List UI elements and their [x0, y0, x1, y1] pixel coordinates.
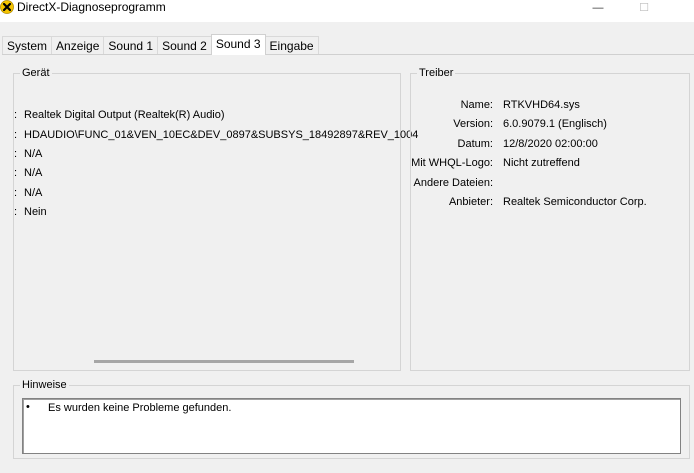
directx-app-icon: [0, 0, 14, 14]
driver-row-name: Name: RTKVHD64.sys: [411, 98, 691, 112]
driver-row-whql: Mit WHQL-Logo: Nicht zutreffend: [411, 156, 691, 170]
driver-row-provider: Anbieter: Realtek Semiconductor Corp.: [411, 195, 691, 209]
bullet-icon: •: [26, 401, 30, 413]
driver-row-date: Datum: 12/8/2020 02:00:00: [411, 137, 691, 151]
device-hardware-id-value: HDAUDIO\FUNC_01&VEN_10EC&DEV_0897&SUBSYS…: [24, 129, 419, 141]
device-group: Gerät : Realtek Digital Output (Realtek(…: [13, 66, 418, 371]
minimize-button[interactable]: —: [575, 0, 621, 15]
notes-textbox[interactable]: • Es wurden keine Probleme gefunden.: [22, 398, 681, 454]
driver-version-label: Version:: [453, 118, 493, 130]
close-button[interactable]: [667, 0, 694, 15]
driver-name-label: Name:: [460, 99, 493, 111]
maximize-icon: ☐: [639, 2, 649, 14]
note-item: Es wurden keine Probleme gefunden.: [48, 402, 232, 414]
device-line-3-value: N/A: [24, 148, 43, 160]
minimize-icon: —: [592, 1, 604, 14]
device-description-value: Realtek Digital Output (Realtek(R) Audio…: [24, 109, 225, 121]
tab-strip: System Anzeige Sound 1 Sound 2 Sound 3 E…: [2, 34, 319, 55]
driver-provider-value: Realtek Semiconductor Corp.: [503, 196, 647, 208]
device-line-4-value: N/A: [24, 167, 43, 179]
tab-eingabe[interactable]: Eingabe: [264, 36, 319, 54]
driver-other-files-label: Andere Dateien:: [413, 177, 494, 189]
horizontal-scrollbar[interactable]: [94, 360, 354, 363]
driver-row-version: Version: 6.0.9079.1 (Englisch): [411, 117, 691, 131]
driver-group: Treiber Name: RTKVHD64.sys Version: 6.0.…: [410, 66, 691, 371]
device-line-6-value: Nein: [24, 206, 47, 218]
notes-group: Hinweise • Es wurden keine Probleme gefu…: [13, 378, 690, 459]
tab-system[interactable]: System: [2, 36, 53, 54]
notes-group-title: Hinweise: [20, 378, 69, 392]
maximize-button[interactable]: ☐: [621, 0, 667, 15]
driver-whql-label: Mit WHQL-Logo:: [411, 157, 493, 169]
driver-group-title: Treiber: [417, 66, 456, 80]
tab-sound-2[interactable]: Sound 2: [157, 36, 212, 54]
driver-provider-label: Anbieter:: [448, 196, 493, 208]
driver-version-value: 6.0.9079.1 (Englisch): [503, 118, 607, 130]
window-title: DirectX-Diagnoseprogramm: [17, 0, 166, 14]
tab-sound-3[interactable]: Sound 3: [210, 34, 266, 55]
device-line-5-value: N/A: [24, 187, 43, 199]
driver-name-value: RTKVHD64.sys: [503, 99, 580, 111]
tab-anzeige[interactable]: Anzeige: [51, 36, 105, 54]
driver-date-value: 12/8/2020 02:00:00: [503, 138, 598, 150]
tab-sound-1[interactable]: Sound 1: [103, 36, 159, 54]
title-bar: DirectX-Diagnoseprogramm — ☐: [0, 0, 694, 22]
driver-whql-value: Nicht zutreffend: [503, 157, 580, 169]
device-group-title: Gerät: [20, 66, 52, 80]
driver-row-other-files: Andere Dateien:: [411, 176, 691, 190]
driver-date-label: Datum:: [457, 138, 493, 150]
sound-3-panel: Gerät : Realtek Digital Output (Realtek(…: [2, 54, 694, 473]
